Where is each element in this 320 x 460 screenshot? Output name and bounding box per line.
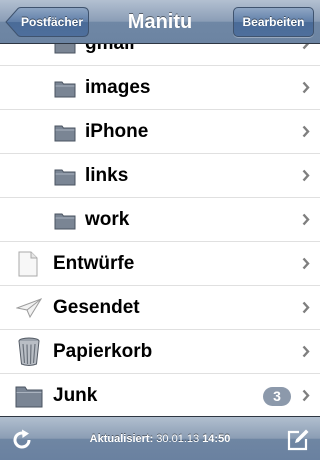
chevron-right-icon xyxy=(302,213,310,226)
updated-label: Aktualisiert: xyxy=(89,433,154,445)
list-item-papierkorb[interactable]: Papierkorb xyxy=(0,330,320,374)
unread-count-badge: 3 xyxy=(263,387,291,406)
folder-icon xyxy=(15,382,43,413)
updated-time: 14:50 xyxy=(202,433,231,445)
sent-icon xyxy=(15,297,43,324)
list-item-label: work xyxy=(85,209,130,230)
list-item-work[interactable]: work xyxy=(0,198,320,242)
folder-list: gmail images iPhone links work Entw xyxy=(0,44,320,416)
trash-icon xyxy=(17,337,41,372)
chevron-right-icon xyxy=(302,125,310,138)
folder-icon xyxy=(54,122,76,147)
list-item-label: Papierkorb xyxy=(53,341,153,362)
list-item-links[interactable]: links xyxy=(0,154,320,198)
list-item-label: iPhone xyxy=(85,121,149,142)
chevron-right-icon xyxy=(302,345,310,358)
list-item-label: images xyxy=(85,77,151,98)
list-item-label: links xyxy=(85,165,129,186)
chevron-right-icon xyxy=(302,301,310,314)
last-updated-status: Aktualisiert: 30.01.13 14:50 xyxy=(0,417,320,460)
folder-icon xyxy=(54,44,76,59)
chevron-right-icon xyxy=(302,169,310,182)
list-item-entwuerfe[interactable]: Entwürfe xyxy=(0,242,320,286)
list-item-label: Entwürfe xyxy=(53,253,135,274)
folder-icon xyxy=(54,166,76,191)
list-item-label: Junk xyxy=(53,385,98,406)
list-item-gesendet[interactable]: Gesendet xyxy=(0,286,320,330)
list-item-images[interactable]: images xyxy=(0,66,320,110)
edit-button[interactable]: Bearbeiten xyxy=(233,7,314,37)
draft-icon xyxy=(17,250,39,283)
list-item-junk[interactable]: Junk 3 xyxy=(0,374,320,416)
folder-icon xyxy=(54,210,76,235)
chevron-right-icon xyxy=(302,81,310,94)
chevron-right-icon xyxy=(302,44,310,50)
compose-icon[interactable] xyxy=(286,428,310,452)
updated-date: 30.01.13 xyxy=(156,433,200,445)
list-item-iphone[interactable]: iPhone xyxy=(0,110,320,154)
folder-icon xyxy=(54,78,76,103)
list-item-label: Gesendet xyxy=(53,297,140,318)
chevron-right-icon xyxy=(302,257,310,270)
navigation-bar: Postfächer Manitu Bearbeiten xyxy=(0,0,320,44)
list-item-label: gmail xyxy=(85,44,135,66)
bottom-toolbar: Aktualisiert: 30.01.13 14:50 xyxy=(0,416,320,460)
list-item-gmail[interactable]: gmail xyxy=(0,44,320,66)
chevron-right-icon xyxy=(302,389,310,402)
